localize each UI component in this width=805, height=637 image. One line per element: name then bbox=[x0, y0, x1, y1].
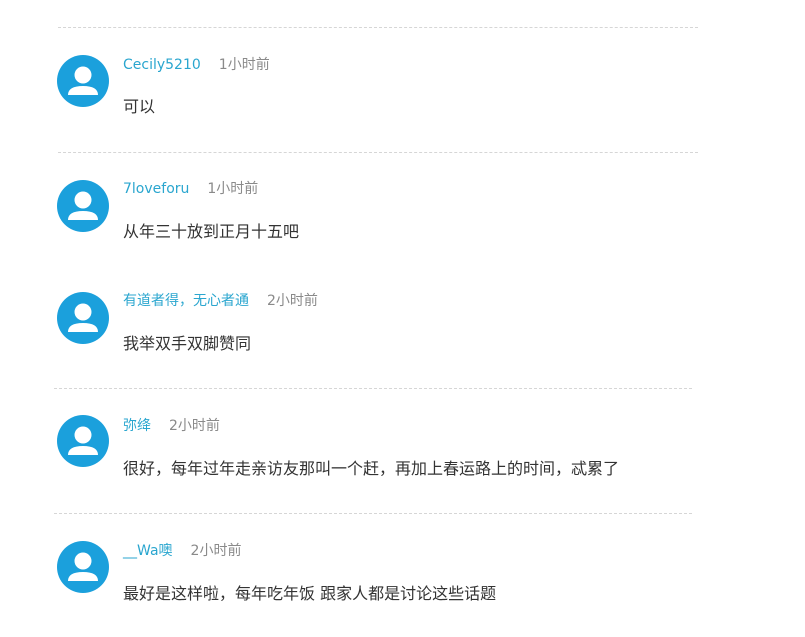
comment-divider bbox=[58, 27, 698, 28]
comment-username[interactable]: 有道者得，无心者通 bbox=[123, 293, 249, 309]
comment-time: 2小时前 bbox=[169, 418, 220, 434]
user-avatar-icon[interactable] bbox=[57, 55, 109, 107]
comment-divider bbox=[54, 513, 692, 514]
user-avatar-icon[interactable] bbox=[57, 415, 109, 467]
comment-text: 从年三十放到正月十五吧 bbox=[123, 222, 300, 241]
comment-divider bbox=[54, 388, 692, 389]
comment-time: 1小时前 bbox=[218, 57, 270, 73]
user-avatar-icon[interactable] bbox=[57, 180, 109, 232]
comment-list: Cecily5210 1小时前 可以 7loveforu 1小时前 从年三十放到正月… bbox=[0, 0, 805, 637]
comment-time: 1小时前 bbox=[207, 181, 259, 197]
comment-time: 2小时前 bbox=[267, 293, 318, 309]
comment-text: 可以 bbox=[123, 97, 156, 116]
comment-username[interactable]: Cecily5210 bbox=[123, 57, 201, 73]
comment-text: 最好是这样啦，每年吃年饭 跟家人都是讨论这些话题 bbox=[123, 584, 497, 603]
comment-text: 很好，每年过年走亲访友那叫一个赶，再加上春运路上的时间，忒累了 bbox=[123, 459, 620, 478]
comment-text: 我举双手双脚赞同 bbox=[123, 334, 252, 353]
comment-time: 2小时前 bbox=[190, 543, 242, 559]
comment-username[interactable]: __Wa噢 bbox=[123, 543, 173, 559]
comment-divider bbox=[58, 152, 698, 153]
comment-username[interactable]: 弥绛 bbox=[123, 418, 151, 434]
user-avatar-icon[interactable] bbox=[57, 292, 109, 344]
user-avatar-icon[interactable] bbox=[57, 541, 109, 593]
comment-username[interactable]: 7loveforu bbox=[123, 181, 189, 197]
